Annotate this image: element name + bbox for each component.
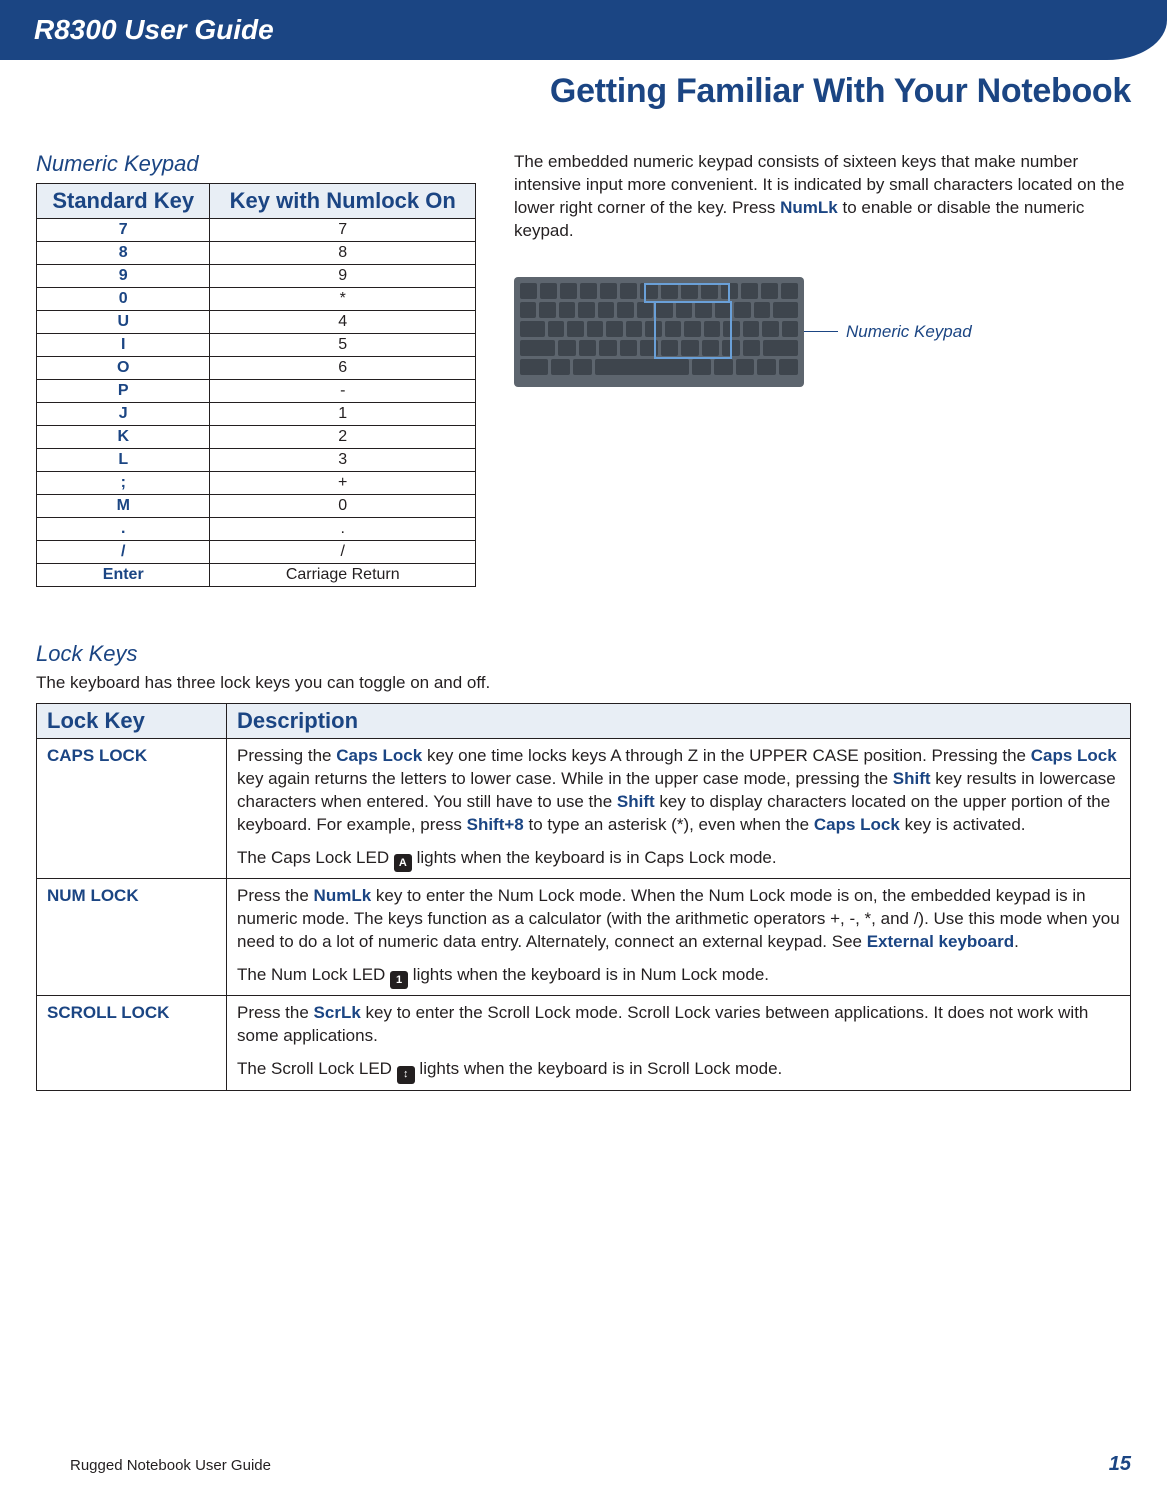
cell-standard-key: I [37, 334, 210, 357]
table-row: 88 [37, 242, 476, 265]
cell-numlock-key: / [210, 541, 476, 564]
cell-lock-key-name: NUM LOCK [37, 879, 227, 996]
keyword-numlk: NumLk [780, 198, 838, 217]
table-row: EnterCarriage Return [37, 564, 476, 587]
cell-numlock-key: 7 [210, 219, 476, 242]
numeric-keypad-table: Standard Key Key with Numlock On 7788990… [36, 183, 476, 587]
table-row: // [37, 541, 476, 564]
footer-doc-name: Rugged Notebook User Guide [70, 1457, 271, 1474]
keyboard-illustration [514, 277, 804, 387]
table-row: 0* [37, 288, 476, 311]
table-row: P- [37, 380, 476, 403]
cell-lock-key-description: Press the ScrLk key to enter the Scroll … [227, 996, 1131, 1090]
table-row: .. [37, 518, 476, 541]
cell-numlock-key: 4 [210, 311, 476, 334]
cell-standard-key: / [37, 541, 210, 564]
keyword: Caps Lock [336, 746, 422, 765]
cell-numlock-key: Carriage Return [210, 564, 476, 587]
cell-standard-key: K [37, 426, 210, 449]
keyword: Shift+8 [467, 815, 524, 834]
col-header-numlock-on: Key with Numlock On [210, 184, 476, 219]
cell-numlock-key: 9 [210, 265, 476, 288]
col-header-description: Description [227, 704, 1131, 739]
table-row: U4 [37, 311, 476, 334]
table-row: K2 [37, 426, 476, 449]
cell-numlock-key: 0 [210, 495, 476, 518]
keyboard-figure: Numeric Keypad [514, 277, 1131, 387]
keyword: Caps Lock [1031, 746, 1117, 765]
table-row: O6 [37, 357, 476, 380]
doc-title: R8300 User Guide [34, 14, 274, 45]
cell-numlock-key: 5 [210, 334, 476, 357]
keyword: Shift [893, 769, 931, 788]
table-row: 99 [37, 265, 476, 288]
cell-standard-key: Enter [37, 564, 210, 587]
cell-standard-key: L [37, 449, 210, 472]
cell-numlock-key: 6 [210, 357, 476, 380]
cell-numlock-key: * [210, 288, 476, 311]
col-header-standard-key: Standard Key [37, 184, 210, 219]
cell-numlock-key: 3 [210, 449, 476, 472]
cell-numlock-key: + [210, 472, 476, 495]
cell-standard-key: J [37, 403, 210, 426]
table-row: SCROLL LOCKPress the ScrLk key to enter … [37, 996, 1131, 1090]
cell-standard-key: U [37, 311, 210, 334]
cell-standard-key: 0 [37, 288, 210, 311]
cell-standard-key: M [37, 495, 210, 518]
chapter-title: Getting Familiar With Your Notebook [0, 60, 1167, 111]
doc-header: R8300 User Guide [0, 0, 1167, 60]
keyword: Shift [617, 792, 655, 811]
cell-numlock-key: 2 [210, 426, 476, 449]
table-row: M0 [37, 495, 476, 518]
table-row: 77 [37, 219, 476, 242]
callout-leader-line [798, 331, 838, 332]
cell-standard-key: P [37, 380, 210, 403]
table-row: NUM LOCKPress the NumLk key to enter the… [37, 879, 1131, 996]
table-row: I5 [37, 334, 476, 357]
led-icon: A [394, 854, 412, 872]
numeric-keypad-paragraph: The embedded numeric keypad consists of … [514, 151, 1131, 243]
col-header-lock-key: Lock Key [37, 704, 227, 739]
page-footer: Rugged Notebook User Guide 15 [0, 1453, 1167, 1476]
lock-keys-intro: The keyboard has three lock keys you can… [36, 673, 1131, 693]
cell-numlock-key: 1 [210, 403, 476, 426]
cell-standard-key: ; [37, 472, 210, 495]
lock-keys-table: Lock Key Description CAPS LOCKPressing t… [36, 703, 1131, 1091]
keyword: External keyboard [867, 932, 1014, 951]
page-number: 15 [1109, 1453, 1131, 1476]
table-row: ;+ [37, 472, 476, 495]
section-title-lock-keys: Lock Keys [36, 641, 1131, 667]
cell-lock-key-name: SCROLL LOCK [37, 996, 227, 1090]
cell-standard-key: . [37, 518, 210, 541]
cell-lock-key-description: Press the NumLk key to enter the Num Loc… [227, 879, 1131, 996]
cell-standard-key: 9 [37, 265, 210, 288]
cell-lock-key-description: Pressing the Caps Lock key one time lock… [227, 739, 1131, 879]
cell-numlock-key: 8 [210, 242, 476, 265]
cell-numlock-key: . [210, 518, 476, 541]
table-row: CAPS LOCKPressing the Caps Lock key one … [37, 739, 1131, 879]
table-row: L3 [37, 449, 476, 472]
callout-label-numeric-keypad: Numeric Keypad [846, 322, 972, 342]
led-icon: ↕ [397, 1066, 415, 1084]
keyword: ScrLk [314, 1003, 361, 1022]
keyword: Caps Lock [814, 815, 900, 834]
cell-standard-key: 7 [37, 219, 210, 242]
cell-standard-key: 8 [37, 242, 210, 265]
led-icon: 1 [390, 971, 408, 989]
table-row: J1 [37, 403, 476, 426]
keyword: NumLk [314, 886, 372, 905]
cell-standard-key: O [37, 357, 210, 380]
section-title-numeric-keypad: Numeric Keypad [36, 151, 476, 177]
cell-numlock-key: - [210, 380, 476, 403]
cell-lock-key-name: CAPS LOCK [37, 739, 227, 879]
